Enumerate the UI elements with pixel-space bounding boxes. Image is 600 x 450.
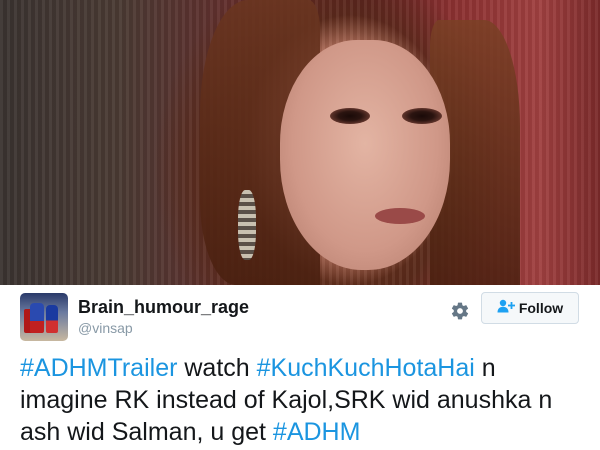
hashtag-link[interactable]: #KuchKuchHotaHai	[257, 354, 475, 382]
tweet-text-segment: watch	[177, 354, 257, 382]
tweet-text: #ADHMTrailer watch #KuchKuchHotaHai n im…	[20, 352, 585, 448]
earring	[238, 190, 256, 260]
avatar[interactable]	[20, 293, 68, 341]
gear-icon[interactable]	[448, 299, 472, 323]
avatar-figure	[30, 303, 44, 333]
lips	[375, 208, 425, 224]
follow-button[interactable]: Follow	[481, 292, 579, 324]
user-handle[interactable]: @vinsap	[78, 320, 133, 336]
face	[280, 40, 450, 270]
follow-label: Follow	[518, 300, 564, 316]
hashtag-link[interactable]: #ADHMTrailer	[20, 354, 177, 382]
add-user-icon	[497, 299, 515, 318]
right-eye	[402, 108, 442, 124]
tweet-media-image[interactable]	[0, 0, 600, 285]
hashtag-link[interactable]: #ADHM	[273, 418, 361, 446]
display-name[interactable]: Brain_humour_rage	[78, 297, 249, 318]
avatar-figure-2	[46, 305, 58, 333]
left-eye	[330, 108, 370, 124]
tweet-header: Brain_humour_rage @vinsap Follow	[0, 285, 600, 345]
